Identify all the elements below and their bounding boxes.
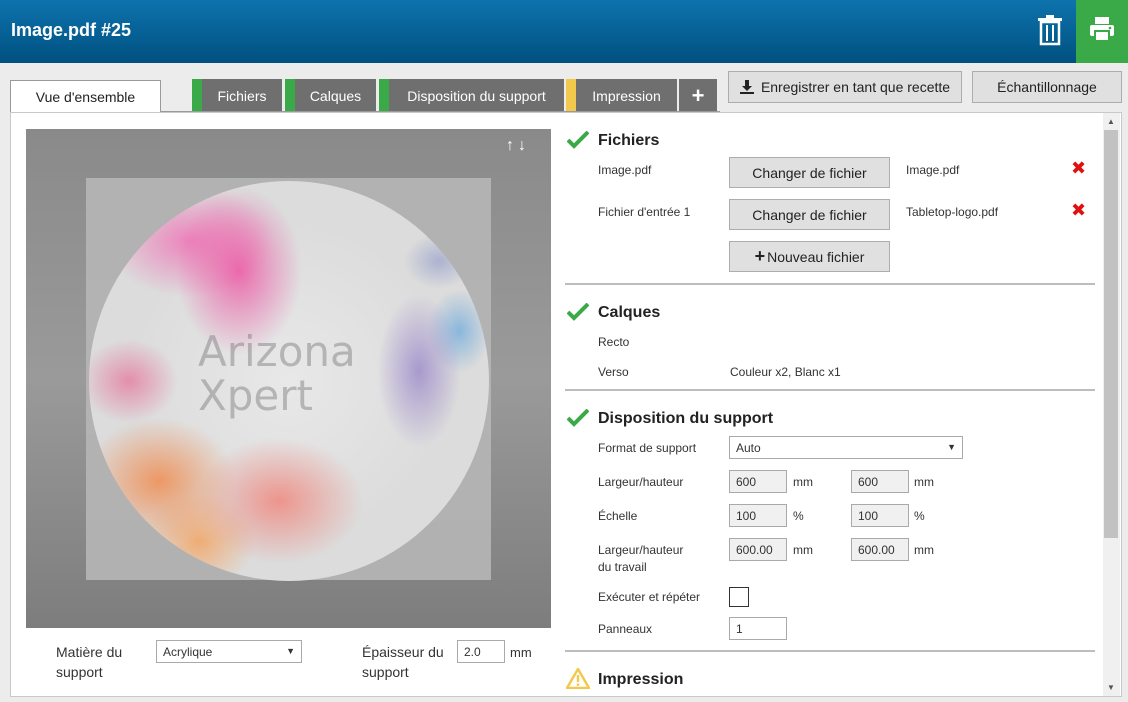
dropdown-caret-icon: ▼ — [286, 646, 295, 656]
job-width-input[interactable]: 600.00 — [729, 538, 787, 561]
panels-input[interactable]: 1 — [729, 617, 787, 640]
thickness-unit: mm — [510, 645, 532, 660]
title-bar: Image.pdf #25 — [0, 0, 1128, 63]
change-file-button[interactable]: Changer de fichier — [729, 199, 890, 230]
tab-files[interactable]: Fichiers — [192, 79, 282, 112]
printer-icon — [1090, 17, 1114, 42]
watermark-line: Arizona — [198, 327, 356, 376]
job-size-label-line: du travail — [598, 560, 647, 574]
up-down-arrow-icon: ↑↓ — [506, 137, 530, 154]
file-name: Tabletop-logo.pdf — [906, 205, 999, 219]
scroll-down-icon[interactable]: ▼ — [1107, 683, 1115, 692]
warning-icon — [566, 668, 590, 689]
section-divider — [565, 283, 1095, 285]
tab-label: Disposition du support — [407, 87, 546, 104]
status-stripe-ok — [192, 79, 202, 112]
thickness-label-line: support — [362, 664, 409, 680]
check-icon — [567, 303, 589, 321]
file-row-label: Fichier d'entrée 1 — [598, 205, 691, 219]
file-name: Image.pdf — [906, 163, 960, 177]
section-divider — [565, 389, 1095, 391]
new-file-label: Nouveau fichier — [767, 248, 865, 265]
download-icon — [739, 80, 754, 94]
remove-file-icon[interactable]: ✖ — [1071, 200, 1086, 221]
save-recipe-label: Enregistrer en tant que recette — [760, 79, 951, 95]
tab-print[interactable]: Impression — [566, 79, 677, 112]
format-select[interactable]: Auto ▼ — [729, 436, 963, 459]
job-size-label: Largeur/hauteur du travail — [598, 542, 683, 576]
tab-label: Vue d'ensemble — [35, 89, 136, 105]
panels-label: Panneaux — [598, 622, 653, 636]
new-file-button[interactable]: + Nouveau fichier — [729, 241, 890, 272]
status-stripe-ok — [285, 79, 295, 112]
delete-button[interactable] — [1036, 14, 1064, 46]
trash-icon — [1038, 15, 1062, 46]
print-button[interactable] — [1076, 0, 1128, 63]
remove-file-icon[interactable]: ✖ — [1071, 158, 1086, 179]
material-label: Matière du support — [56, 642, 122, 682]
plus-icon: + — [691, 82, 705, 108]
height-input[interactable]: 600 — [851, 470, 909, 493]
unit-label: mm — [793, 475, 813, 489]
tab-overview[interactable]: Vue d'ensemble — [10, 80, 161, 113]
job-height-input[interactable]: 600.00 — [851, 538, 909, 561]
thickness-label-line: Épaisseur du — [362, 644, 444, 660]
flip-arrows-button[interactable]: ↑↓ — [506, 137, 530, 155]
thickness-label: Épaisseur du support — [362, 642, 444, 682]
check-icon — [567, 409, 589, 427]
tab-media-layout[interactable]: Disposition du support — [379, 79, 564, 112]
layers-section-title: Calques — [598, 304, 661, 321]
width-input[interactable]: 600 — [729, 470, 787, 493]
unit-label: mm — [914, 543, 934, 557]
scroll-up-icon[interactable]: ▲ — [1107, 117, 1115, 126]
status-stripe-warning — [566, 79, 576, 112]
save-recipe-button[interactable]: Enregistrer en tant que recette — [728, 71, 962, 103]
unit-label: mm — [793, 543, 813, 557]
change-file-label: Changer de fichier — [752, 164, 867, 181]
plus-icon: + — [754, 246, 766, 266]
status-stripe-ok — [379, 79, 389, 112]
check-icon — [567, 131, 589, 149]
scale-y-input[interactable]: 100 — [851, 504, 909, 527]
material-label-line: Matière du — [56, 644, 123, 660]
unit-label: % — [914, 509, 925, 523]
material-value: Acrylique — [163, 645, 213, 659]
thickness-input[interactable]: 2.0 — [457, 640, 505, 663]
tab-label: Impression — [592, 87, 661, 104]
unit-label: % — [793, 509, 804, 523]
change-file-button[interactable]: Changer de fichier — [729, 157, 890, 188]
size-label: Largeur/hauteur — [598, 475, 684, 489]
file-row-label: Image.pdf — [598, 163, 652, 177]
sampling-label: Échantillonnage — [997, 79, 1097, 95]
job-size-label-line: Largeur/hauteur — [598, 543, 684, 557]
scale-label: Échelle — [598, 509, 638, 523]
change-file-label: Changer de fichier — [752, 206, 867, 223]
scale-x-input[interactable]: 100 — [729, 504, 787, 527]
step-repeat-label: Exécuter et répéter — [598, 590, 701, 604]
section-divider — [565, 650, 1095, 652]
window-title: Image.pdf #25 — [11, 20, 132, 40]
tab-label: Calques — [309, 87, 362, 104]
dropdown-caret-icon: ▼ — [947, 442, 956, 452]
files-section-title: Fichiers — [598, 132, 660, 149]
unit-label: mm — [914, 475, 934, 489]
preview-watermark: Arizona Xpert — [198, 330, 356, 418]
format-value: Auto — [736, 441, 761, 455]
watermark-line: Xpert — [198, 371, 314, 420]
add-tab-button[interactable]: + — [679, 79, 717, 112]
print-section-title: Impression — [598, 671, 684, 688]
scrollbar-thumb[interactable] — [1104, 130, 1118, 538]
sampling-button[interactable]: Échantillonnage — [972, 71, 1122, 103]
tab-layers[interactable]: Calques — [285, 79, 376, 112]
step-repeat-checkbox[interactable] — [729, 587, 749, 607]
material-label-line: support — [56, 664, 103, 680]
format-label: Format de support — [598, 441, 697, 455]
material-select[interactable]: Acrylique ▼ — [156, 640, 302, 663]
back-label: Verso — [598, 365, 629, 379]
media-layout-section-title: Disposition du support — [598, 410, 774, 427]
front-label: Recto — [598, 335, 630, 349]
tab-label: Fichiers — [217, 87, 267, 104]
back-value: Couleur x2, Blanc x1 — [730, 365, 841, 379]
